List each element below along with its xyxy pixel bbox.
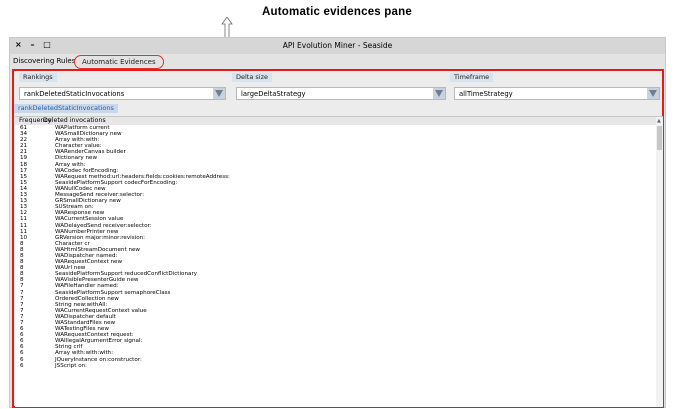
- results-table: Frequency Deleted invocations 61 WAPlatfo…: [15, 116, 663, 407]
- delta-size-label: Delta size: [232, 73, 273, 82]
- scrollbar-thumb[interactable]: [657, 126, 662, 150]
- rankings-value: rankDeletedStaticInvocations: [24, 90, 125, 98]
- chevron-down-icon[interactable]: [433, 88, 445, 99]
- delta-size-dropdown[interactable]: largeDeltaStrategy: [236, 87, 446, 100]
- timeframe-value: allTimeStrategy: [459, 90, 513, 98]
- tab-discovering-rules[interactable]: Discovering Rules: [13, 57, 75, 65]
- frequency-cell: 6: [20, 362, 24, 369]
- vertical-scrollbar[interactable]: ▲: [656, 117, 663, 407]
- rankings-label: Rankings: [19, 73, 57, 82]
- rankings-dropdown[interactable]: rankDeletedStaticInvocations: [19, 87, 226, 100]
- delta-size-value: largeDeltaStrategy: [241, 90, 306, 98]
- tab-bar: Discovering Rules Automatic Evidences: [10, 54, 665, 69]
- table-body: 61 WAPlatform current 34 WASmallDictionary …: [15, 125, 655, 369]
- invocation-cell: JSScript on:: [55, 362, 88, 369]
- title-bar: × – □ API Evolution Miner - Seaside: [10, 38, 665, 54]
- column-header-deleted-invocations[interactable]: Deleted invocations: [43, 117, 106, 125]
- automatic-evidences-pane: Rankings Delta size Timeframe rankDelete…: [12, 69, 664, 408]
- annotation-caption: Automatic evidences pane: [262, 6, 412, 18]
- app-window: × – □ API Evolution Miner - Seaside Disc…: [9, 37, 666, 408]
- chevron-down-icon[interactable]: [213, 88, 225, 99]
- tab-rank-deleted-static-invocations[interactable]: rankDeletedStaticInvocations: [14, 104, 118, 113]
- table-row[interactable]: 6 JSScript on:: [15, 363, 655, 369]
- chevron-down-icon[interactable]: [647, 88, 659, 99]
- timeframe-dropdown[interactable]: allTimeStrategy: [454, 87, 660, 100]
- scroll-up-icon[interactable]: ▲: [657, 118, 661, 124]
- window-title: API Evolution Miner - Seaside: [282, 41, 393, 50]
- tab-automatic-evidences[interactable]: Automatic Evidences: [74, 55, 164, 69]
- timeframe-label: Timeframe: [450, 73, 494, 82]
- table-header: Frequency Deleted invocations: [15, 117, 656, 125]
